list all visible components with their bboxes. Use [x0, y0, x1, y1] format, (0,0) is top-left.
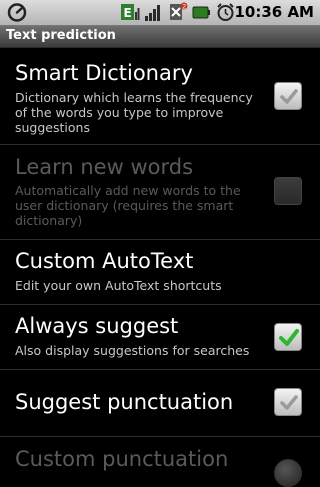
pref-custom-autotext[interactable]: Custom AutoText Edit your own AutoText s…	[0, 240, 320, 305]
screen-header: Text prediction	[0, 26, 320, 48]
smart-dictionary-checkbox[interactable]	[274, 82, 302, 110]
pref-title: Custom AutoText	[15, 249, 194, 273]
learn-new-words-checkbox[interactable]	[274, 177, 302, 205]
svg-text:E: E	[124, 6, 132, 20]
pref-summary: Dictionary which learns the frequency of…	[15, 90, 253, 135]
signal-e-icon: E	[119, 2, 140, 23]
pref-title: Custom punctuation	[15, 447, 229, 471]
pref-always-suggest[interactable]: Always suggest Also display suggestions …	[0, 305, 320, 370]
check-icon	[280, 89, 298, 104]
svg-text:2: 2	[182, 3, 186, 10]
custom-punctuation-toggle[interactable]	[274, 459, 302, 487]
check-icon	[279, 329, 299, 346]
signal-strength-icon	[143, 2, 164, 23]
page-title: Text prediction	[6, 28, 116, 43]
status-bar: E 2 10:36 AM	[0, 0, 320, 26]
pref-title: Always suggest	[15, 314, 179, 338]
pref-smart-dictionary[interactable]: Smart Dictionary Dictionary which learns…	[0, 48, 320, 145]
pref-title: Learn new words	[15, 155, 194, 179]
alarm-icon	[215, 2, 236, 23]
pref-summary: Also display suggestions for searches	[15, 343, 250, 358]
pref-title: Smart Dictionary	[15, 61, 193, 85]
preference-list: Smart Dictionary Dictionary which learns…	[0, 48, 320, 487]
pref-title: Suggest punctuation	[15, 390, 234, 414]
check-icon	[280, 395, 298, 410]
pref-learn-new-words[interactable]: Learn new words Automatically add new wo…	[0, 145, 320, 240]
pref-suggest-punctuation[interactable]: Suggest punctuation	[0, 370, 320, 437]
always-suggest-checkbox[interactable]	[274, 323, 302, 351]
battery-icon	[191, 2, 212, 23]
pref-summary: Automatically add new words to the user …	[15, 183, 241, 228]
no-sim-icon: 2	[167, 2, 188, 23]
pref-summary: Edit your own AutoText shortcuts	[15, 278, 222, 293]
suggest-punctuation-checkbox[interactable]	[274, 388, 302, 416]
usb-debug-icon	[6, 2, 28, 23]
status-time: 10:36 AM	[234, 3, 314, 21]
